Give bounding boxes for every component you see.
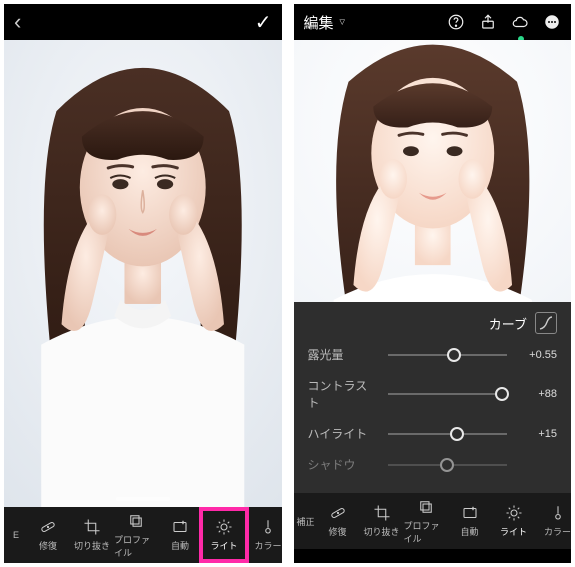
tool-label: ライト <box>500 525 527 538</box>
crop-icon <box>373 504 391 522</box>
tool-heal[interactable]: 修復 <box>316 504 360 538</box>
drag-handle[interactable] <box>405 292 459 296</box>
slider-thumb[interactable] <box>495 387 509 401</box>
slider-label: シャドウ <box>308 456 378 473</box>
tool-color[interactable]: カラー <box>246 518 282 552</box>
slider-label: コントラスト <box>308 377 378 411</box>
portrait-image <box>4 40 282 507</box>
top-bar-left: ‹ ✓ <box>4 4 282 40</box>
back-button[interactable]: ‹ <box>14 9 21 35</box>
crop-icon <box>83 518 101 536</box>
sun-icon <box>215 518 233 536</box>
more-icon[interactable] <box>543 13 561 31</box>
tool-profile[interactable]: プロファイル <box>404 498 448 545</box>
slider-highlight: ハイライト +15 <box>308 425 558 442</box>
tool-label: 自動 <box>171 539 189 552</box>
cloud-icon[interactable] <box>511 13 529 31</box>
tool-label: ライト <box>210 539 237 552</box>
confirm-button[interactable]: ✓ <box>255 10 272 35</box>
slider-track[interactable] <box>388 464 508 466</box>
slider-track[interactable] <box>388 433 508 435</box>
slider-shadow: シャドウ <box>308 456 558 473</box>
tool-label: 自動 <box>460 525 478 538</box>
tool-correct-edge[interactable]: 補正 <box>296 515 316 528</box>
slider-value: +15 <box>517 428 557 440</box>
tool-label: カラー <box>254 539 281 552</box>
tool-color[interactable]: カラー <box>536 504 572 538</box>
wand-icon <box>171 518 189 536</box>
phone-left: ‹ ✓ <box>4 4 282 563</box>
tool-label: 修復 <box>328 525 346 538</box>
bandage-icon <box>329 504 347 522</box>
bandage-icon <box>39 518 57 536</box>
slider-track[interactable] <box>388 354 508 356</box>
slider-value: +88 <box>517 388 557 400</box>
slider-label: 露光量 <box>308 346 378 363</box>
photo-area-left[interactable] <box>4 40 282 507</box>
tool-profile[interactable]: プロファイル <box>114 512 158 559</box>
bottom-toolbar-right: 補正修復 切り抜きプロファイル自動 ライト カラー <box>294 493 572 549</box>
tool-label: 切り抜き <box>363 525 399 538</box>
slider-thumb[interactable] <box>450 427 464 441</box>
slider-label: ハイライト <box>308 425 378 442</box>
tool-label: カラー <box>544 525 571 538</box>
edit-title[interactable]: 編集 <box>304 12 334 33</box>
tool-label: E <box>13 530 19 540</box>
portrait-image <box>294 40 572 302</box>
tool-label: 切り抜き <box>74 539 110 552</box>
layers-icon <box>417 498 435 516</box>
tool-label: 修復 <box>39 539 57 552</box>
light-panel: カーブ 露光量 +0.55 コントラスト +88 ハイライト +15 シャドウ <box>294 302 572 493</box>
photo-area-right[interactable] <box>294 40 572 302</box>
tool-light[interactable]: ライト <box>492 504 536 538</box>
slider-thumb[interactable] <box>440 458 454 472</box>
bottom-toolbar-left: E 修復 切り抜きプロファイル自動 ライト カラー <box>4 507 282 563</box>
tool-edit-edge[interactable]: E <box>6 530 26 540</box>
slider-track[interactable] <box>388 393 508 395</box>
slider-exposure: 露光量 +0.55 <box>308 346 558 363</box>
tool-auto[interactable]: 自動 <box>448 504 492 538</box>
tool-label: プロファイル <box>114 533 158 559</box>
slider-contrast: コントラスト +88 <box>308 377 558 411</box>
tool-crop[interactable]: 切り抜き <box>70 518 114 552</box>
sun-icon <box>505 504 523 522</box>
wand-icon <box>461 504 479 522</box>
top-bar-right: 編集 ▽ <box>294 4 572 40</box>
tool-heal[interactable]: 修復 <box>26 518 70 552</box>
drag-handle[interactable] <box>116 497 170 501</box>
layers-icon <box>127 512 145 530</box>
curve-label[interactable]: カーブ <box>489 314 527 333</box>
share-icon[interactable] <box>479 13 497 31</box>
tool-light[interactable]: ライト <box>202 518 246 552</box>
tool-auto[interactable]: 自動 <box>158 518 202 552</box>
tool-crop[interactable]: 切り抜き <box>360 504 404 538</box>
tool-label: 補正 <box>296 515 314 528</box>
thermo-icon <box>259 518 277 536</box>
slider-thumb[interactable] <box>447 348 461 362</box>
slider-value: +0.55 <box>517 349 557 361</box>
dropdown-icon[interactable]: ▽ <box>340 18 345 26</box>
tool-label: プロファイル <box>404 519 448 545</box>
help-icon[interactable] <box>447 13 465 31</box>
phone-right: 編集 ▽ <box>294 4 572 563</box>
thermo-icon <box>549 504 567 522</box>
curve-icon[interactable] <box>535 312 557 334</box>
